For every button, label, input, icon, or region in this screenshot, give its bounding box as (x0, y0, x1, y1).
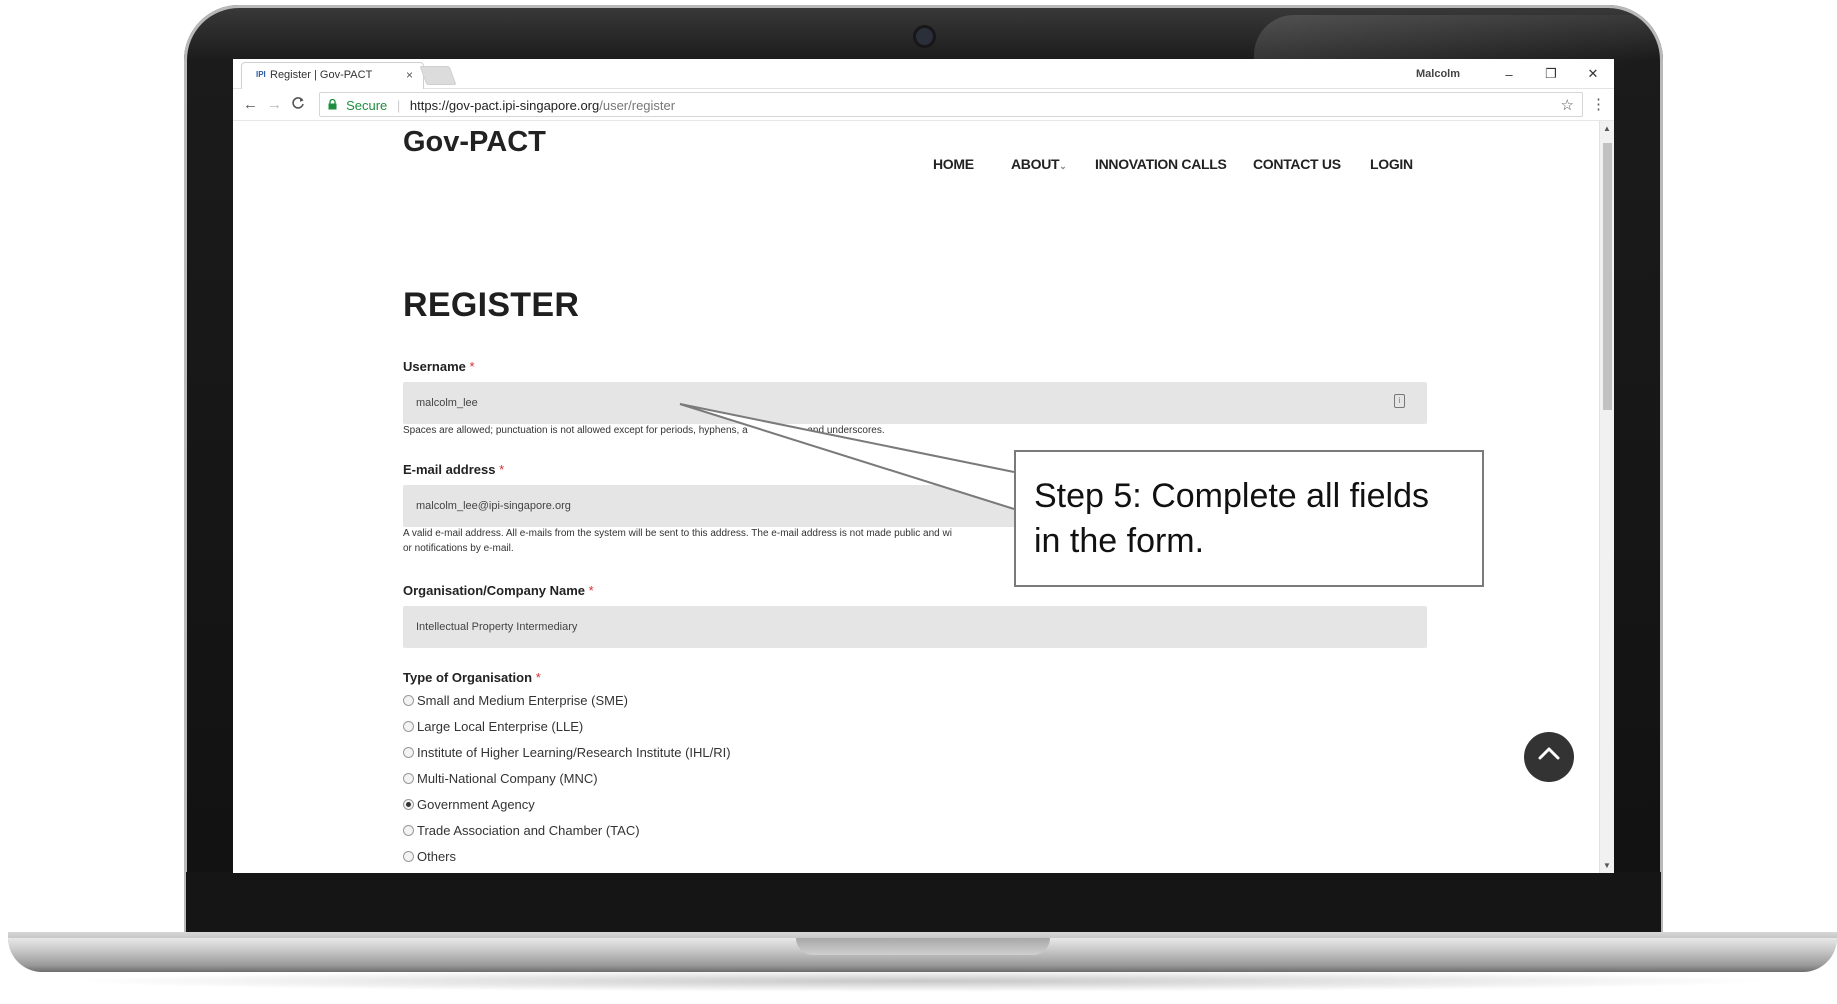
required-mark: * (535, 670, 541, 685)
laptop-bezel-bottom (186, 872, 1661, 938)
radio-sme[interactable]: Small and Medium Enterprise (SME) (403, 693, 628, 708)
radio-lle[interactable]: Large Local Enterprise (LLE) (403, 719, 583, 734)
radio-label: Small and Medium Enterprise (SME) (417, 693, 628, 708)
favicon-icon: IPI (256, 70, 266, 79)
webcam (916, 28, 933, 45)
radio-button[interactable] (403, 695, 414, 706)
step-callout: Step 5: Complete all fields in the form. (1014, 450, 1484, 587)
radio-label: Large Local Enterprise (LLE) (417, 719, 584, 734)
username-label: Username * (403, 359, 475, 374)
radio-button[interactable] (403, 825, 414, 836)
radio-label: Trade Association and Chamber (TAC) (417, 823, 640, 838)
radio-label: Government Agency (417, 797, 535, 812)
radio-button-selected[interactable] (403, 799, 414, 810)
site-logo[interactable]: Gov-PACT (403, 126, 546, 159)
callout-line1: Step 5: Complete all fields (1034, 477, 1429, 515)
radio-others[interactable]: Others (403, 849, 456, 864)
radio-label: Institute of Higher Learning/Research In… (417, 745, 731, 760)
chevron-up-icon (1538, 747, 1560, 760)
window-controls: Malcolm – ❐ ✕ (1416, 59, 1614, 89)
organisation-label: Organisation/Company Name * (403, 583, 594, 598)
tab-bar: IPI Register | Gov-PACT × Malcolm – ❐ ✕ (233, 59, 1614, 89)
callout-line2: in the form. (1034, 522, 1205, 560)
url-host: https://gov-pact.ipi-singapore.org (409, 98, 600, 113)
radio-label: Multi-National Company (MNC) (417, 771, 598, 786)
url-separator: | (396, 98, 401, 113)
tab-close-icon[interactable]: × (406, 68, 413, 82)
organisation-label-text: Organisation/Company Name (403, 583, 586, 598)
url-field[interactable]: Secure | https://gov-pact.ipi-singapore.… (319, 92, 1583, 117)
new-tab-button[interactable] (419, 66, 457, 85)
page-scrollbar[interactable]: ▲ ▼ (1599, 121, 1614, 873)
scrollbar-thumb[interactable] (1603, 143, 1612, 410)
radio-button[interactable] (403, 773, 414, 784)
username-label-text: Username (403, 359, 466, 374)
email-label-text: E-mail address (403, 462, 496, 477)
chevron-down-icon: ⌄ (1059, 161, 1067, 171)
page-title: REGISTER (403, 286, 580, 324)
nav-about-label: ABOUT (1011, 156, 1060, 172)
restore-icon[interactable]: ❐ (1530, 66, 1572, 82)
username-help-tail: hes, and underscores. (785, 425, 885, 436)
radio-button[interactable] (403, 747, 414, 758)
tab-title: Register | Gov-PACT (270, 69, 373, 81)
nav-home[interactable]: HOME (933, 156, 974, 172)
username-value: malcolm_lee (416, 397, 478, 409)
radio-tac[interactable]: Trade Association and Chamber (TAC) (403, 823, 640, 838)
username-help-text: Spaces are allowed; punctuation is not a… (403, 425, 748, 436)
radio-ihl-ri[interactable]: Institute of Higher Learning/Research In… (403, 745, 731, 760)
org-type-label-text: Type of Organisation (403, 670, 533, 685)
browser-menu-icon[interactable]: ⋮ (1591, 95, 1606, 113)
bookmark-star-icon[interactable]: ☆ (1561, 96, 1574, 114)
browser-tab[interactable]: IPI Register | Gov-PACT × (241, 62, 424, 89)
radio-button[interactable] (403, 721, 414, 732)
minimize-icon[interactable]: – (1488, 67, 1530, 82)
address-bar: ← → Secure | https://gov-pact.ipi-singap… (233, 89, 1614, 121)
forward-arrow-icon[interactable]: → (267, 96, 282, 113)
lock-icon (328, 98, 340, 113)
organisation-value: Intellectual Property Intermediary (416, 621, 578, 633)
reload-icon[interactable] (291, 96, 305, 113)
nav-login[interactable]: LOGIN (1370, 156, 1413, 172)
required-mark: * (588, 583, 594, 598)
email-value: malcolm_lee@ipi-singapore.org (416, 500, 571, 512)
profile-name[interactable]: Malcolm (1416, 68, 1460, 80)
url-path: /user/register (599, 98, 676, 113)
back-to-top-button[interactable] (1524, 732, 1574, 782)
radio-label: Others (417, 849, 457, 864)
radio-button[interactable] (403, 851, 414, 862)
radio-mnc[interactable]: Multi-National Company (MNC) (403, 771, 598, 786)
laptop-shadow (60, 970, 1780, 992)
org-type-label: Type of Organisation * (403, 670, 541, 685)
nav-innovation-calls[interactable]: INNOVATION CALLS (1095, 156, 1227, 172)
laptop-notch (796, 938, 1050, 955)
email-label: E-mail address * (403, 462, 504, 477)
organisation-field[interactable]: Intellectual Property Intermediary (403, 606, 1427, 648)
username-help: Spaces are allowed; punctuation is not a… (403, 423, 1163, 438)
nav-about[interactable]: ABOUT⌄ (1011, 156, 1067, 172)
close-window-icon[interactable]: ✕ (1572, 66, 1614, 82)
required-mark: * (469, 359, 475, 374)
radio-government-agency[interactable]: Government Agency (403, 797, 535, 812)
scroll-down-icon[interactable]: ▼ (1603, 861, 1611, 870)
required-mark: * (499, 462, 505, 477)
username-field[interactable]: malcolm_lee i (403, 382, 1427, 424)
scroll-up-icon[interactable]: ▲ (1603, 124, 1611, 133)
id-card-icon[interactable]: i (1394, 394, 1405, 408)
nav-contact-us[interactable]: CONTACT US (1253, 156, 1341, 172)
secure-label: Secure (346, 98, 388, 113)
back-arrow-icon[interactable]: ← (243, 96, 258, 113)
